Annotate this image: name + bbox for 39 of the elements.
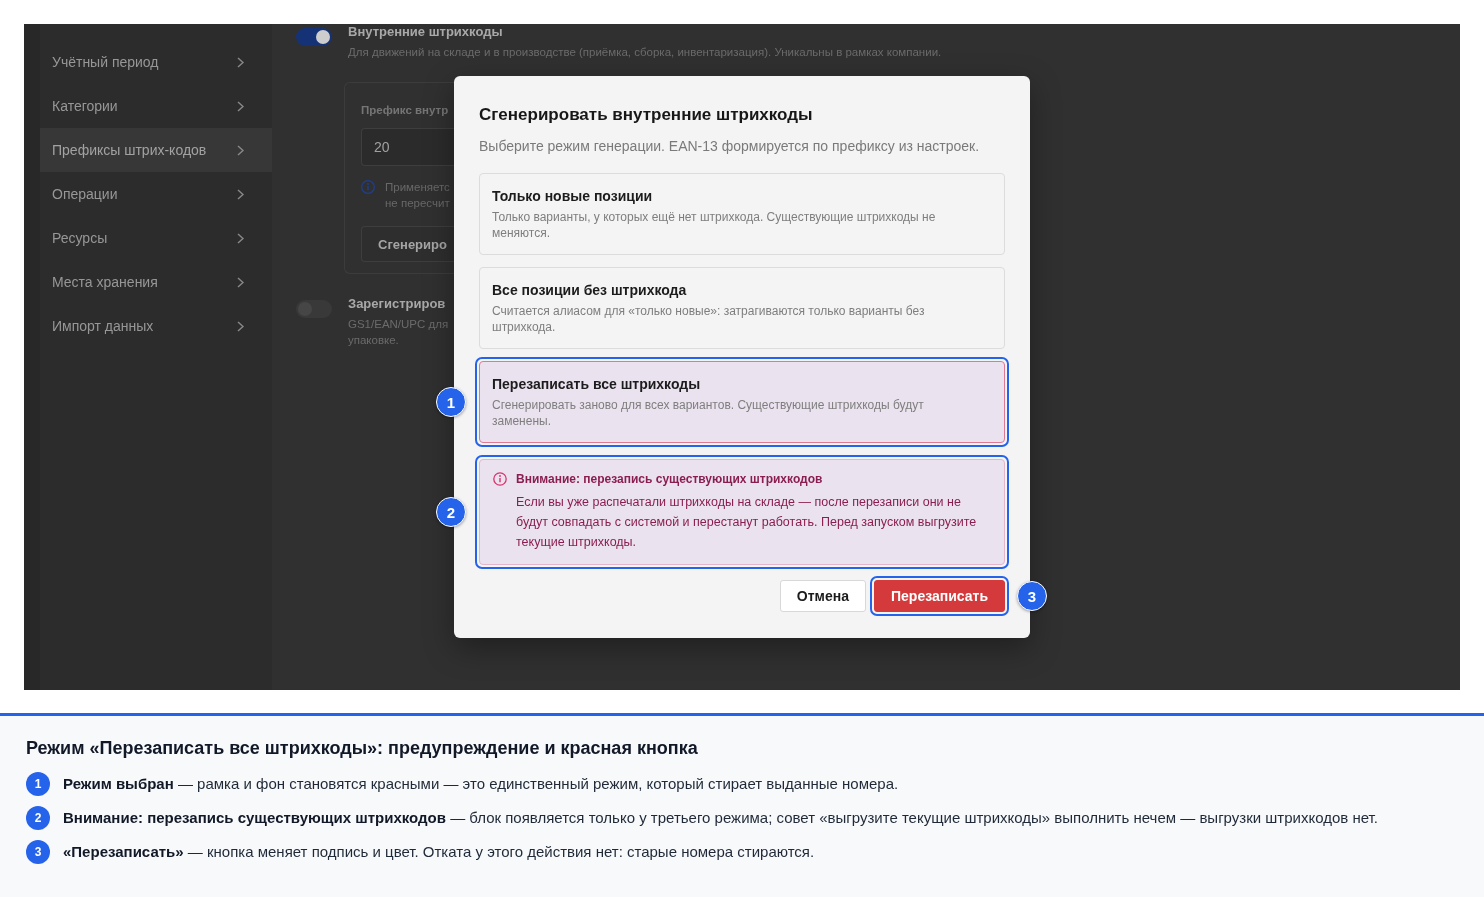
dialog-subtitle: Выберите режим генерации. EAN-13 формируется по префиксу из настроек. xyxy=(479,137,981,156)
confirm-button[interactable]: Перезаписать xyxy=(874,580,1005,612)
chevron-right-icon xyxy=(237,232,244,244)
warning-text: Если вы уже распечатали штрихкоды на складе — после перезаписи они не будут совпадать с системой и перестанут работать. Перед запуском выгрузите текущие штрихкоды. xyxy=(516,494,978,551)
sidebar-item[interactable]: Операции xyxy=(40,172,272,216)
step-number: 3 xyxy=(26,840,50,864)
step-number: 1 xyxy=(26,772,50,796)
caption-text: Внимание: перезапись существующих штрихкодов — блок появляется только у третьего режима; совет «выгрузите текущие штрихкоды» выполнить нечем — выгрузки штрихкодов нет. xyxy=(63,808,1378,828)
info-icon xyxy=(361,180,375,194)
chevron-right-icon xyxy=(237,188,244,200)
chevron-right-icon xyxy=(237,100,244,112)
mode-option[interactable]: Только новые позиции Только варианты, у которых ещё нет штрихкода. Существующие штрихкоды не меняются. xyxy=(479,173,1005,255)
sidebar-item[interactable]: Импорт данных xyxy=(40,304,272,348)
caption-text: Режим выбран — рамка и фон становятся красными — это единственный режим, который стирает выданные номера. xyxy=(63,774,899,794)
step-number: 2 xyxy=(26,806,50,830)
chevron-right-icon xyxy=(237,320,244,332)
sidebar-item[interactable]: Учётный период xyxy=(40,40,272,84)
toggle-switch[interactable] xyxy=(296,28,332,46)
setting-title: Зарегистриров xyxy=(348,297,447,311)
mode-option[interactable]: Перезаписать все штрихкоды Сгенерировать заново для всех вариантов. Существующие штрихкоды будут заменены. xyxy=(479,361,1005,443)
dialog-title: Сгенерировать внутренние штрихкоды xyxy=(479,104,814,126)
setting-title: Внутренние штрихкоды xyxy=(348,25,504,39)
chevron-right-icon xyxy=(237,56,244,68)
info-icon xyxy=(493,472,507,486)
caption-title: Режим «Перезаписать все штрихкоды»: предупреждение и красная кнопка xyxy=(26,737,699,760)
input-field[interactable]: 20 xyxy=(361,128,456,166)
caption-text: «Перезаписать» — кнопка меняет подпись и цвет. Отката у этого действия нет: старые номера стираются. xyxy=(63,842,815,862)
warning-title: Внимание: перезапись существующих штрихкодов xyxy=(516,471,824,487)
field-label: Префикс внутр xyxy=(361,103,450,118)
sidebar-item[interactable]: Категории xyxy=(40,84,272,128)
chevron-right-icon xyxy=(237,276,244,288)
sidebar-item[interactable]: Префиксы штрих-кодов xyxy=(40,128,272,172)
callout-number: 3 xyxy=(1017,581,1047,611)
chevron-right-icon xyxy=(237,144,244,156)
generate-button[interactable]: Сгенериро xyxy=(361,226,456,262)
mode-option[interactable]: Все позиции без штрихкода Считается алиасом для «только новые»: затрагиваются только варианты без штрихкода. xyxy=(479,267,1005,349)
sidebar-item[interactable]: Ресурсы xyxy=(40,216,272,260)
cancel-button[interactable]: Отмена xyxy=(779,580,866,612)
sidebar-item[interactable]: Места хранения xyxy=(40,260,272,304)
